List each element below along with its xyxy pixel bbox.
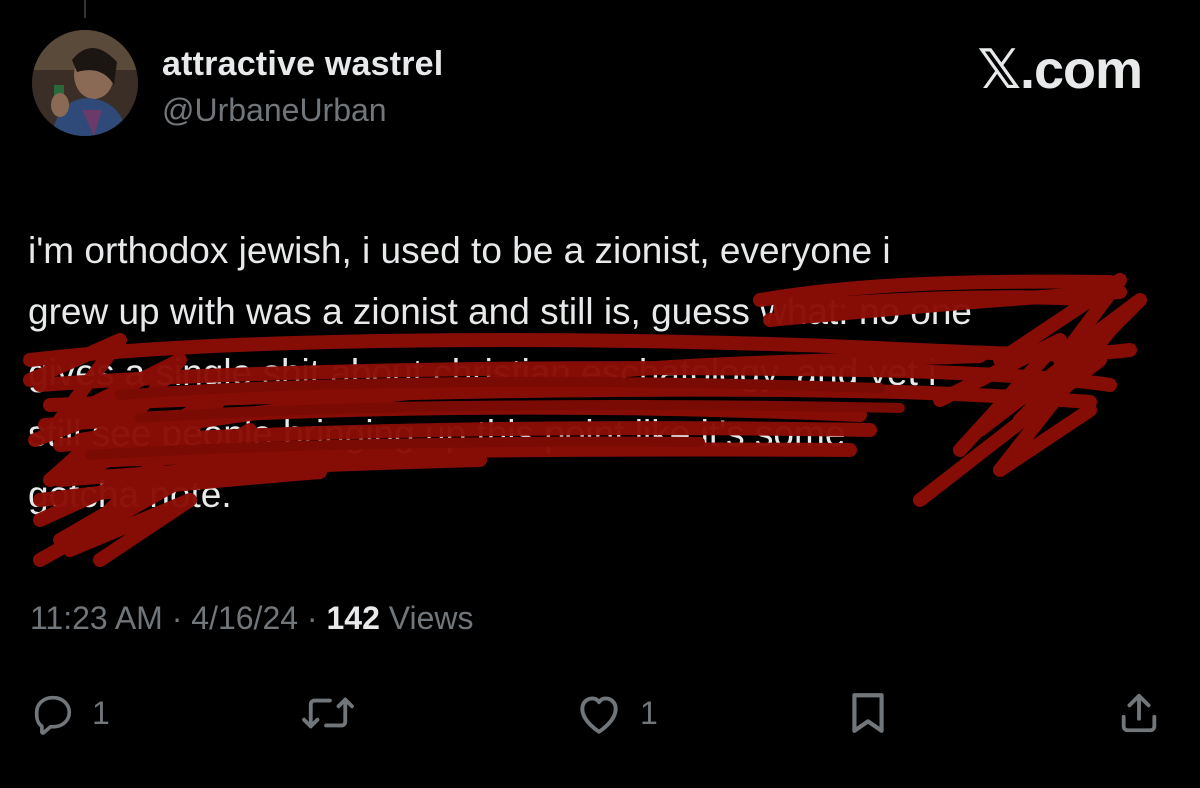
- reply-button[interactable]: 1: [30, 690, 110, 736]
- bookmark-button[interactable]: [848, 690, 888, 736]
- reply-count: 1: [92, 694, 110, 731]
- tweet-line: i'm orthodox jewish, i used to be a zion…: [28, 230, 891, 271]
- like-button[interactable]: 1: [574, 690, 658, 736]
- meta-separator: ·: [306, 600, 318, 636]
- share-icon: [1121, 693, 1157, 733]
- repost-button[interactable]: [298, 690, 358, 736]
- views-label: Views: [388, 600, 474, 636]
- tweet-meta: 11:23 AM · 4/16/24 · 142 Views: [30, 600, 474, 637]
- bookmark-icon: [852, 693, 884, 733]
- tweet-line: grew up with was a zionist and still is,…: [28, 291, 972, 332]
- like-count: 1: [640, 694, 658, 731]
- action-bar: 1 1: [0, 680, 1200, 750]
- thread-connector-line: [84, 0, 86, 18]
- share-button[interactable]: [1116, 690, 1162, 736]
- reply-icon: [34, 695, 72, 735]
- meta-separator: ·: [171, 600, 183, 636]
- brand-logo: 𝕏.com: [977, 40, 1143, 100]
- tweet-text: i'm orthodox jewish, i used to be a zion…: [28, 220, 1178, 525]
- tweet-line: still see people bringing up this point …: [28, 413, 846, 454]
- tweet-line: gives a single shit about christian esch…: [28, 352, 937, 393]
- author-handle[interactable]: @UrbaneUrban: [162, 92, 387, 129]
- tweet-date[interactable]: 4/16/24: [191, 600, 298, 636]
- author-display-name[interactable]: attractive wastrel: [162, 45, 443, 84]
- repost-icon: [302, 697, 354, 729]
- tweet-time[interactable]: 11:23 AM: [30, 600, 163, 636]
- tweet-line: gotcha note.: [28, 474, 232, 515]
- like-icon: [580, 696, 618, 734]
- avatar[interactable]: [32, 30, 138, 136]
- views-count: 142: [326, 600, 380, 636]
- avatar-photo: [32, 30, 138, 136]
